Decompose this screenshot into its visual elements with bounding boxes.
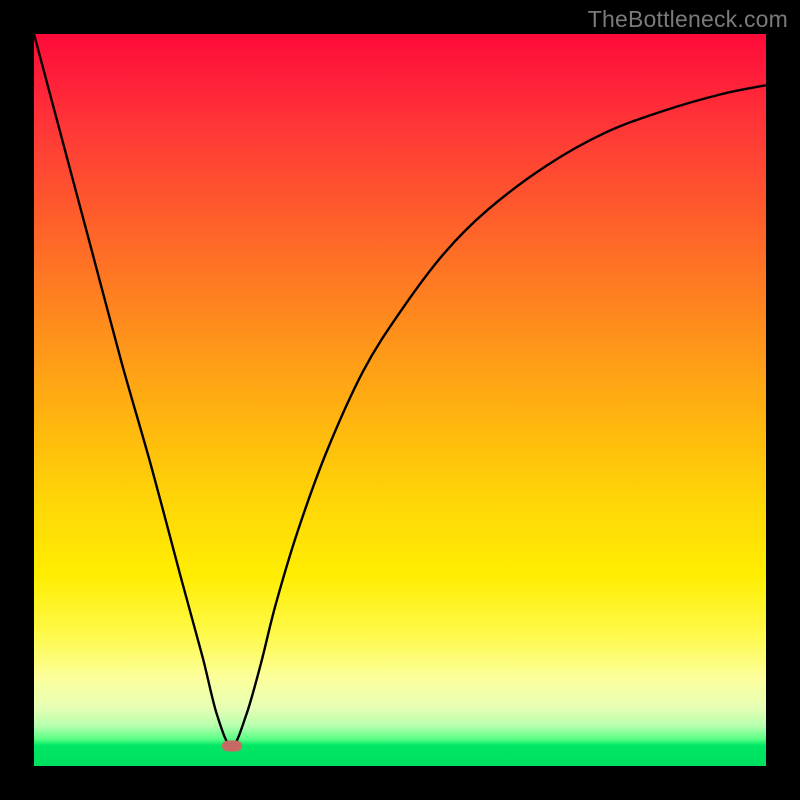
plot-area: [34, 34, 766, 766]
bottleneck-curve: [34, 34, 766, 766]
optimal-point-marker: [222, 741, 242, 752]
watermark-text: TheBottleneck.com: [588, 6, 788, 33]
watermark-label: TheBottleneck.com: [588, 6, 788, 32]
chart-frame: TheBottleneck.com: [0, 0, 800, 800]
